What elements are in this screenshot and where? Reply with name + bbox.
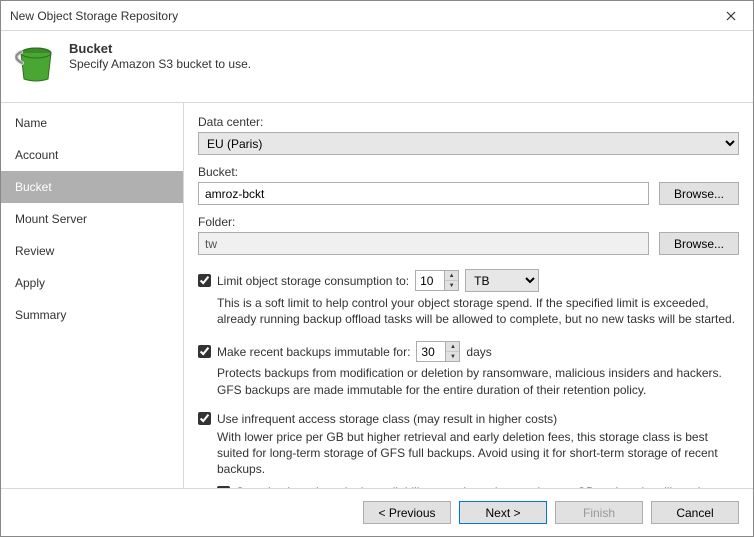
infrequent-label: Use infrequent access storage class (may… [217, 412, 557, 426]
limit-option: Limit object storage consumption to: ▲ ▼… [198, 269, 739, 327]
folder-label: Folder: [198, 215, 739, 229]
content-area: Data center: EU (Paris) Bucket: Browse..… [184, 103, 753, 488]
immutable-label: Make recent backups immutable for: [217, 345, 410, 359]
limit-desc: This is a soft limit to help control you… [217, 295, 739, 327]
finish-button[interactable]: Finish [555, 501, 643, 524]
immutable-suffix: days [466, 345, 491, 359]
bucket-input[interactable] [198, 182, 649, 205]
limit-label: Limit object storage consumption to: [217, 274, 409, 288]
limit-value[interactable] [416, 271, 444, 290]
header: Bucket Specify Amazon S3 bucket to use. [1, 31, 753, 103]
limit-unit-select[interactable]: TB [465, 269, 539, 292]
limit-spin-down[interactable]: ▼ [445, 281, 458, 290]
limit-spin-up[interactable]: ▲ [445, 271, 458, 281]
cancel-button[interactable]: Cancel [651, 501, 739, 524]
footer: < Previous Next > Finish Cancel [1, 488, 753, 536]
sidebar-item-bucket[interactable]: Bucket [1, 171, 183, 203]
immutable-spinner[interactable]: ▲ ▼ [416, 341, 460, 362]
page-title: Bucket [69, 41, 741, 56]
datacenter-select[interactable]: EU (Paris) [198, 132, 739, 155]
immutable-desc: Protects backups from modification or de… [217, 365, 739, 397]
bucket-icon [15, 43, 57, 88]
sidebar-item-apply[interactable]: Apply [1, 267, 183, 299]
infrequent-desc: With lower price per GB but higher retri… [217, 429, 739, 478]
next-button[interactable]: Next > [459, 501, 547, 524]
titlebar: New Object Storage Repository [1, 1, 753, 31]
infrequent-option: Use infrequent access storage class (may… [198, 412, 739, 488]
datacenter-label: Data center: [198, 115, 739, 129]
close-icon [726, 8, 736, 24]
folder-input[interactable] [198, 232, 649, 255]
bucket-browse-button[interactable]: Browse... [659, 182, 739, 205]
page-subtitle: Specify Amazon S3 bucket to use. [69, 57, 741, 71]
previous-button[interactable]: < Previous [363, 501, 451, 524]
immutable-spin-down[interactable]: ▼ [446, 352, 459, 361]
infrequent-checkbox[interactable] [198, 412, 211, 425]
bucket-label: Bucket: [198, 165, 739, 179]
sidebar-item-review[interactable]: Review [1, 235, 183, 267]
sidebar-item-name[interactable]: Name [1, 107, 183, 139]
immutable-spin-up[interactable]: ▲ [446, 342, 459, 352]
sidebar-item-account[interactable]: Account [1, 139, 183, 171]
close-button[interactable] [709, 1, 753, 30]
wizard-sidebar: Name Account Bucket Mount Server Review … [1, 103, 184, 488]
immutable-checkbox[interactable] [198, 345, 211, 358]
immutable-option: Make recent backups immutable for: ▲ ▼ d… [198, 341, 739, 397]
folder-browse-button[interactable]: Browse... [659, 232, 739, 255]
limit-checkbox[interactable] [198, 274, 211, 287]
window-title: New Object Storage Repository [10, 9, 709, 23]
sidebar-item-mount-server[interactable]: Mount Server [1, 203, 183, 235]
limit-spinner[interactable]: ▲ ▼ [415, 270, 459, 291]
dialog-window: New Object Storage Repository Bucket Spe… [0, 0, 754, 537]
sidebar-item-summary[interactable]: Summary [1, 299, 183, 331]
immutable-value[interactable] [417, 342, 445, 361]
